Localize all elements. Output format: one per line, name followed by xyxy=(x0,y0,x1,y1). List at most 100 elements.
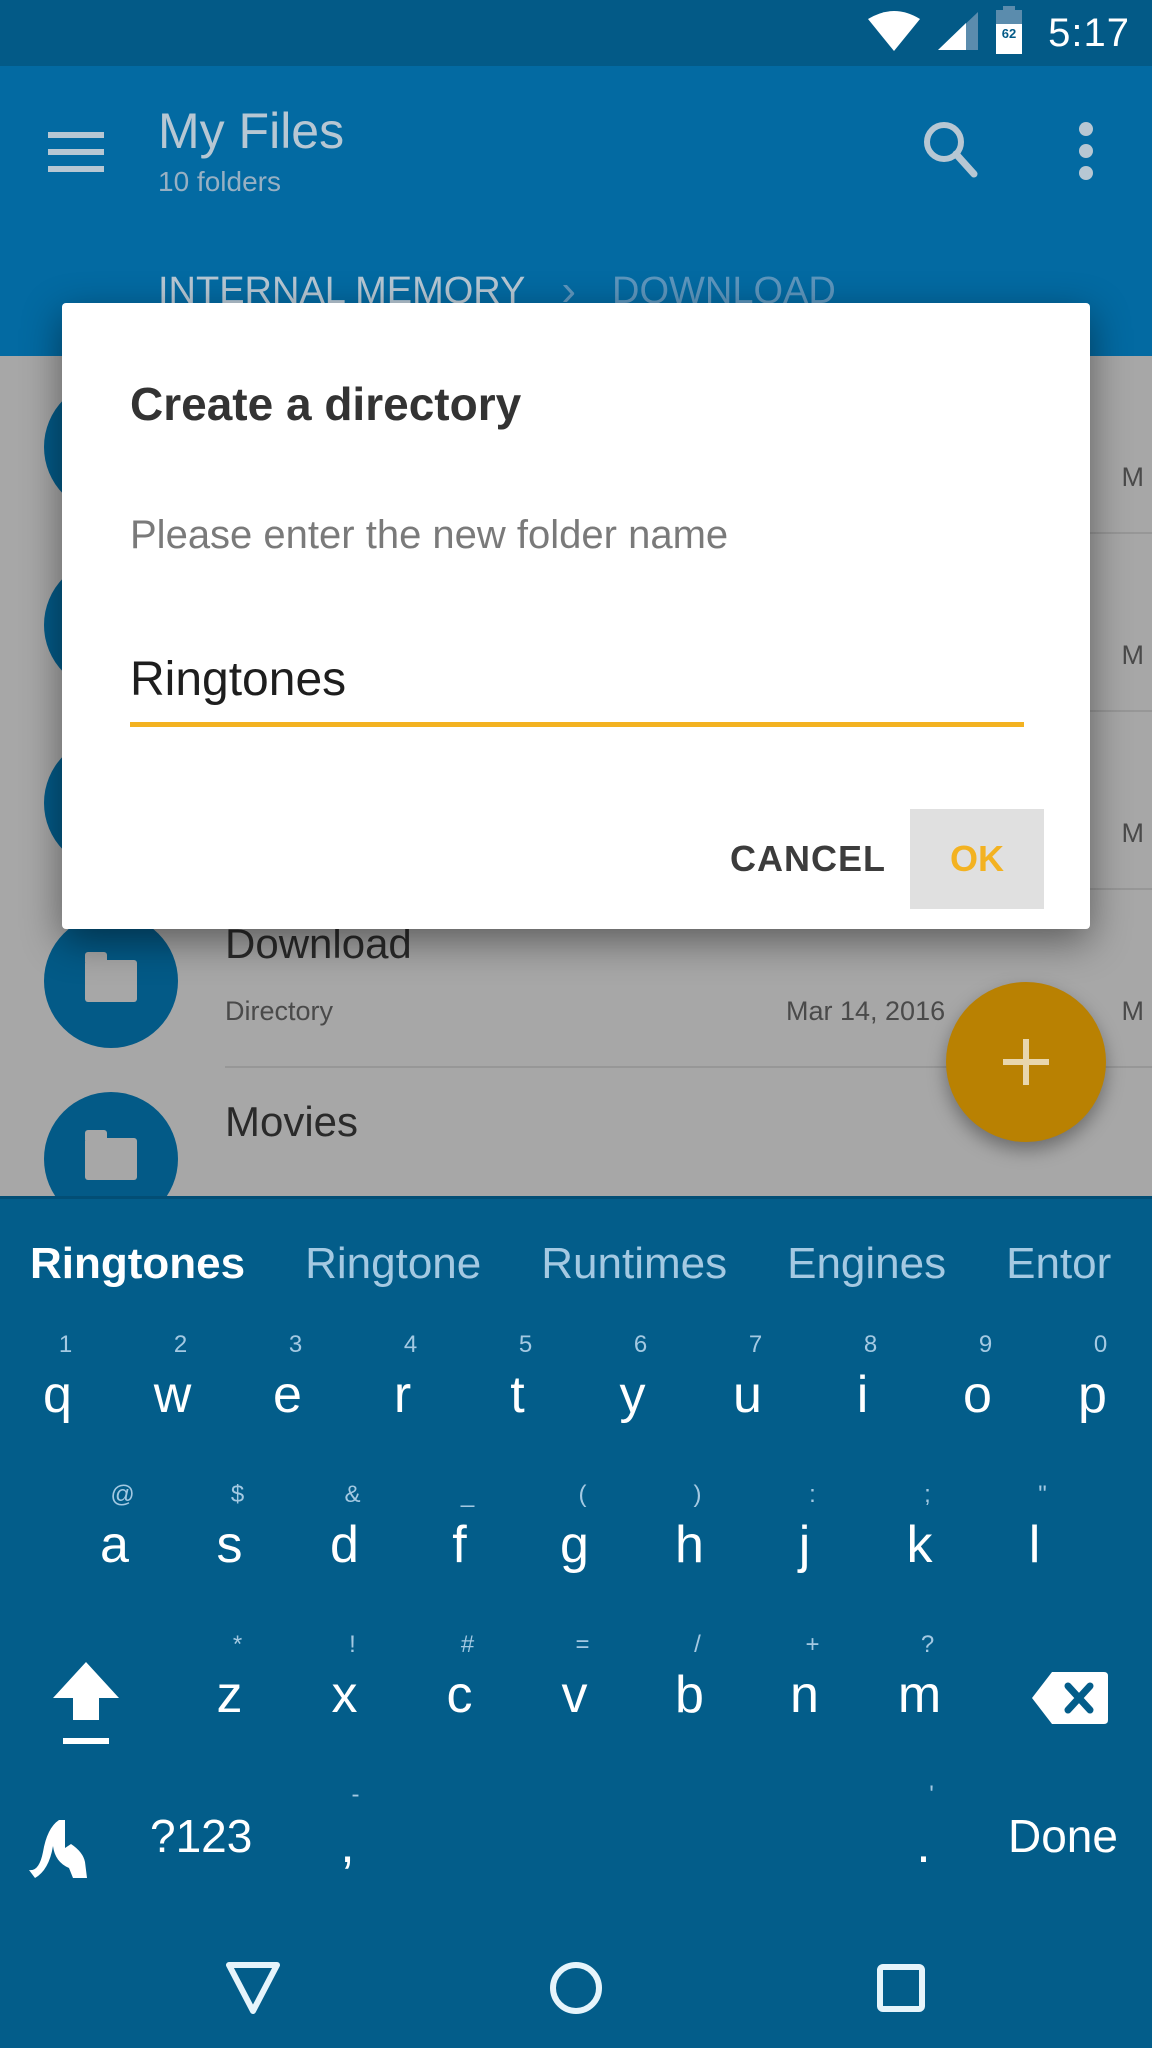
key-char: y xyxy=(619,1366,646,1424)
home-button[interactable] xyxy=(531,1953,621,2023)
add-fab[interactable] xyxy=(946,982,1106,1142)
period-hint: ' xyxy=(929,1781,934,1808)
key-x[interactable]: ! x xyxy=(287,1613,402,1763)
item-time: M xyxy=(1121,996,1145,1026)
key-row-1: 1q2w3e4r5t6y7u8i9o0p xyxy=(0,1313,1152,1463)
ok-button[interactable]: OK xyxy=(910,809,1044,909)
item-type: Directory xyxy=(225,996,334,1026)
key-t[interactable]: 5t xyxy=(460,1313,575,1463)
key-c[interactable]: # c xyxy=(402,1613,517,1763)
key-hint: * xyxy=(232,1631,243,1658)
key-d[interactable]: & d xyxy=(287,1463,402,1613)
space-bar[interactable] xyxy=(405,1783,855,1893)
backspace-key[interactable] xyxy=(1020,1663,1120,1733)
folder-name-input[interactable] xyxy=(130,637,1024,727)
home-icon xyxy=(550,1962,602,2014)
key-hint: ) xyxy=(693,1481,702,1508)
back-icon xyxy=(226,1962,280,2014)
gesture-typing-key[interactable] xyxy=(20,1807,100,1887)
recents-button[interactable] xyxy=(856,1953,946,2023)
period-key[interactable]: ' . xyxy=(866,1763,981,1913)
key-row-4: ?123 - , ' . Done xyxy=(0,1763,1152,1913)
key-hint: = xyxy=(575,1631,590,1658)
key-hint: ? xyxy=(920,1631,935,1658)
key-i[interactable]: 8i xyxy=(805,1313,920,1463)
key-char: l xyxy=(1028,1516,1041,1574)
key-char: o xyxy=(963,1366,992,1424)
key-char: s xyxy=(216,1516,243,1574)
key-hint: ( xyxy=(578,1481,587,1508)
key-hint: : xyxy=(809,1481,816,1508)
more-vert-icon[interactable] xyxy=(1058,116,1114,186)
comma-key[interactable]: - , xyxy=(290,1763,405,1913)
key-u[interactable]: 7u xyxy=(690,1313,805,1463)
key-b[interactable]: / b xyxy=(632,1613,747,1763)
key-hint: 8 xyxy=(863,1331,878,1358)
backspace-icon xyxy=(1032,1672,1108,1724)
key-hint: 1 xyxy=(58,1331,73,1358)
folder-icon xyxy=(85,952,137,1002)
key-char: g xyxy=(560,1516,589,1574)
key-f[interactable]: _ f xyxy=(402,1463,517,1613)
symbols-key[interactable]: ?123 xyxy=(150,1809,252,1863)
key-v[interactable]: = v xyxy=(517,1613,632,1763)
key-y[interactable]: 6y xyxy=(575,1313,690,1463)
key-e[interactable]: 3e xyxy=(230,1313,345,1463)
dialog-title: Create a directory xyxy=(130,378,522,430)
search-icon[interactable] xyxy=(918,116,984,182)
key-char: q xyxy=(43,1366,72,1424)
done-key[interactable]: Done xyxy=(1008,1809,1118,1863)
key-j[interactable]: :j xyxy=(747,1463,862,1613)
key-g[interactable]: (g xyxy=(517,1463,632,1613)
key-l[interactable]: " l xyxy=(977,1463,1092,1613)
key-s[interactable]: $ s xyxy=(172,1463,287,1613)
key-hint: 2 xyxy=(173,1331,188,1358)
soft-keyboard: Ringtones Ringtone Runtimes Engines Ento… xyxy=(0,1196,1152,2048)
key-h[interactable]: ) h xyxy=(632,1463,747,1613)
key-z[interactable]: * z xyxy=(172,1613,287,1763)
key-m[interactable]: ? m xyxy=(862,1613,977,1763)
suggestion-item[interactable]: Runtimes xyxy=(541,1239,727,1289)
key-char: f xyxy=(452,1516,467,1574)
plus-icon xyxy=(1003,1039,1049,1085)
key-k[interactable]: ; k xyxy=(862,1463,977,1613)
shift-icon xyxy=(53,1662,119,1744)
dialog-message: Please enter the new folder name xyxy=(130,513,729,557)
key-hint: 7 xyxy=(748,1331,763,1358)
key-a[interactable]: @ a xyxy=(57,1463,172,1613)
period-char: . xyxy=(916,1816,931,1874)
key-char: d xyxy=(330,1516,359,1574)
key-char: c xyxy=(446,1666,473,1724)
suggestion-item[interactable]: Entor xyxy=(1006,1239,1111,1289)
key-o[interactable]: 9o xyxy=(920,1313,1035,1463)
key-char: z xyxy=(216,1666,243,1724)
suggestion-item[interactable]: Ringtone xyxy=(305,1239,481,1289)
suggestion-item[interactable]: Engines xyxy=(787,1239,946,1289)
shift-key[interactable] xyxy=(46,1653,126,1753)
key-row-3: * z! x # c = v / b + n? m xyxy=(0,1613,1152,1763)
key-p[interactable]: 0p xyxy=(1035,1313,1150,1463)
status-icons: 62 5:17 xyxy=(866,0,1130,66)
suggestion-item[interactable]: Ringtones xyxy=(30,1239,245,1289)
key-q[interactable]: 1q xyxy=(0,1313,115,1463)
folder-count: 10 folders xyxy=(158,166,281,197)
item-time: M xyxy=(1121,640,1145,670)
item-name: Movies xyxy=(225,1098,359,1145)
key-char: r xyxy=(393,1366,412,1424)
key-w[interactable]: 2w xyxy=(115,1313,230,1463)
back-button[interactable] xyxy=(208,1953,298,2023)
cell-signal-icon xyxy=(936,10,980,57)
suggestion-strip: Ringtones Ringtone Runtimes Engines Ento… xyxy=(0,1199,1152,1329)
key-row-2: @ a $ s & d _ f(g) h: j; k " l xyxy=(0,1463,1152,1613)
key-hint: # xyxy=(460,1631,475,1658)
gesture-typing-icon xyxy=(29,1820,87,1878)
key-hint: / xyxy=(694,1631,701,1658)
key-hint: $ xyxy=(230,1481,245,1508)
key-char: w xyxy=(153,1366,192,1424)
app-title: My Files xyxy=(158,103,345,159)
comma-hint: - xyxy=(351,1781,360,1808)
key-r[interactable]: 4r xyxy=(345,1313,460,1463)
key-n[interactable]: + n xyxy=(747,1613,862,1763)
menu-icon[interactable] xyxy=(48,122,108,182)
cancel-button[interactable]: CANCEL xyxy=(708,809,908,909)
